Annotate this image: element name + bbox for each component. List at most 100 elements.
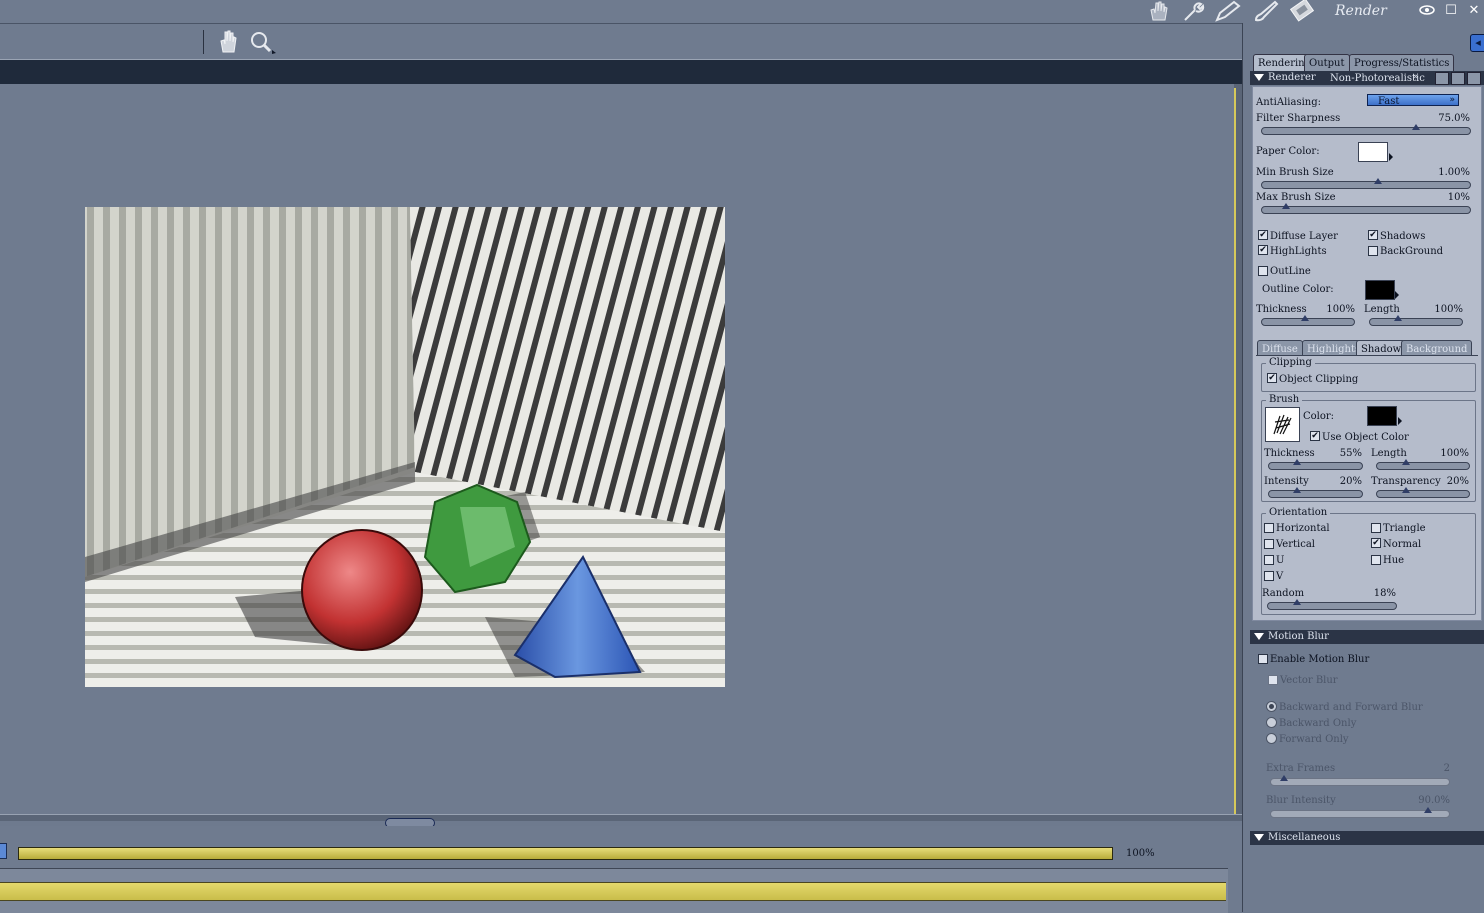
brush-length-slider[interactable] <box>1376 459 1470 470</box>
zoom-icon[interactable] <box>249 30 277 56</box>
outline-length-slider[interactable] <box>1369 315 1463 326</box>
v-checkbox[interactable] <box>1264 571 1274 581</box>
brush-color-swatch[interactable] <box>1367 406 1397 426</box>
eye-icon[interactable] <box>1419 3 1435 19</box>
backward-forward-label: Backward and Forward Blur <box>1279 702 1423 713</box>
intensity-slider[interactable] <box>1268 487 1363 498</box>
clipping-title: Clipping <box>1266 357 1315 368</box>
tab-progress-statistics[interactable]: Progress/Statistics <box>1349 54 1455 71</box>
outline-checkbox[interactable] <box>1258 266 1268 276</box>
slider-thumb[interactable] <box>1293 487 1301 493</box>
outline-thickness-slider[interactable] <box>1261 315 1355 326</box>
u-checkbox[interactable] <box>1264 555 1274 565</box>
renderer-header-label: Renderer <box>1268 72 1316 83</box>
slider-thumb[interactable] <box>1402 459 1410 465</box>
triangle-checkbox[interactable] <box>1371 523 1381 533</box>
min-brush-size-label: Min Brush Size <box>1256 167 1334 178</box>
random-slider[interactable] <box>1267 599 1397 610</box>
slider-thumb[interactable] <box>1394 315 1402 321</box>
color-menu-arrow-icon[interactable] <box>1398 417 1402 425</box>
brush-thickness-label: Thickness <box>1264 448 1315 459</box>
max-brush-size-label: Max Brush Size <box>1256 192 1336 203</box>
shadows-checkbox[interactable]: ✔ <box>1368 230 1378 240</box>
highlights-label: HighLights <box>1270 246 1327 257</box>
save-preset-icon[interactable] <box>1451 72 1465 85</box>
color-menu-arrow-icon[interactable] <box>1395 291 1399 299</box>
brush-thickness-slider[interactable] <box>1268 459 1363 470</box>
pen-room-icon[interactable] <box>1214 0 1241 22</box>
close-icon[interactable]: ✕ <box>1466 3 1482 19</box>
miscellaneous-header[interactable]: Miscellaneous <box>1250 831 1484 845</box>
hand-icon[interactable] <box>216 28 240 54</box>
random-value: 18% <box>1373 588 1396 599</box>
max-brush-size-value: 10% <box>1447 192 1470 203</box>
slider-thumb[interactable] <box>1280 775 1288 781</box>
title-bar: Render ☐ ✕ <box>0 0 1484 24</box>
tab-output[interactable]: Output <box>1304 54 1350 71</box>
subtab-diffuse[interactable]: Diffuse <box>1257 340 1303 356</box>
normal-label: Normal <box>1383 539 1422 550</box>
forward-only-label: Forward Only <box>1279 734 1349 745</box>
brush-color-label: Color: <box>1303 411 1335 422</box>
hue-checkbox[interactable] <box>1371 555 1381 565</box>
backward-only-radio[interactable] <box>1266 717 1277 728</box>
motion-blur-header[interactable]: Motion Blur <box>1250 630 1484 644</box>
min-brush-size-slider[interactable] <box>1261 178 1471 189</box>
use-object-color-checkbox[interactable]: ✔ <box>1310 431 1320 441</box>
normal-checkbox[interactable]: ✔ <box>1371 538 1381 548</box>
slider-thumb[interactable] <box>1374 178 1382 184</box>
backward-forward-radio[interactable] <box>1266 701 1277 712</box>
brush-stroke-preview[interactable] <box>1265 407 1300 442</box>
slider-thumb[interactable] <box>1293 459 1301 465</box>
highlights-checkbox[interactable]: ✔ <box>1258 245 1268 255</box>
diffuse-layer-label: Diffuse Layer <box>1270 231 1338 242</box>
preset-icon[interactable] <box>1435 72 1449 85</box>
panel-collapse-button[interactable]: ◂ <box>1470 34 1484 52</box>
max-brush-size-slider[interactable] <box>1261 203 1471 214</box>
color-menu-arrow-icon[interactable] <box>1389 153 1393 161</box>
vertical-checkbox[interactable] <box>1264 539 1274 549</box>
background-checkbox[interactable] <box>1368 246 1378 256</box>
extra-frames-slider[interactable] <box>1270 775 1450 786</box>
renderer-select[interactable]: Non-Photorealistic <box>1330 73 1425 84</box>
filter-sharpness-slider[interactable] <box>1261 124 1471 135</box>
toolbar-divider <box>203 30 204 54</box>
outline-color-swatch[interactable] <box>1365 280 1395 300</box>
min-brush-size-value: 1.00% <box>1438 167 1470 178</box>
document-toolbar <box>0 24 1242 59</box>
vector-blur-checkbox[interactable] <box>1268 675 1278 685</box>
subtab-shadow[interactable]: Shadow <box>1356 340 1407 356</box>
render-progress-bar <box>18 847 1113 860</box>
outline-color-label: Outline Color: <box>1262 284 1334 295</box>
slider-thumb[interactable] <box>1424 807 1432 813</box>
diffuse-layer-checkbox[interactable]: ✔ <box>1258 230 1268 240</box>
slider-thumb[interactable] <box>1293 599 1301 605</box>
object-clipping-checkbox[interactable]: ✔ <box>1267 373 1277 383</box>
slider-thumb[interactable] <box>1301 315 1309 321</box>
background-label: BackGround <box>1380 246 1444 257</box>
antialiasing-value: Fast <box>1378 96 1400 107</box>
enable-motion-blur-checkbox[interactable] <box>1258 654 1268 664</box>
wrench-room-icon[interactable] <box>1180 0 1206 22</box>
brush-length-value: 100% <box>1440 448 1469 459</box>
subtab-background[interactable]: Background <box>1401 340 1473 356</box>
transparency-slider[interactable] <box>1376 487 1470 498</box>
horizontal-checkbox[interactable] <box>1264 523 1274 533</box>
forward-only-radio[interactable] <box>1266 733 1277 744</box>
antialiasing-select[interactable]: Fast » <box>1367 94 1459 107</box>
transparency-value: 20% <box>1446 476 1469 487</box>
film-room-icon[interactable] <box>1289 0 1315 22</box>
delete-preset-icon[interactable] <box>1467 72 1481 85</box>
vertical-label: Vertical <box>1276 539 1315 550</box>
blur-intensity-slider[interactable] <box>1270 807 1450 818</box>
hand-room-icon[interactable] <box>1146 0 1172 22</box>
paper-color-swatch[interactable] <box>1358 142 1388 162</box>
chevron-down-icon[interactable]: » <box>1413 72 1419 82</box>
timeline-bar[interactable] <box>0 882 1226 901</box>
slider-thumb[interactable] <box>1402 487 1410 493</box>
slider-thumb[interactable] <box>1282 203 1290 209</box>
slider-thumb[interactable] <box>1412 124 1420 130</box>
maximize-icon[interactable]: ☐ <box>1443 3 1459 19</box>
extra-frames-label: Extra Frames <box>1266 763 1336 774</box>
brush-room-icon[interactable] <box>1253 0 1279 22</box>
